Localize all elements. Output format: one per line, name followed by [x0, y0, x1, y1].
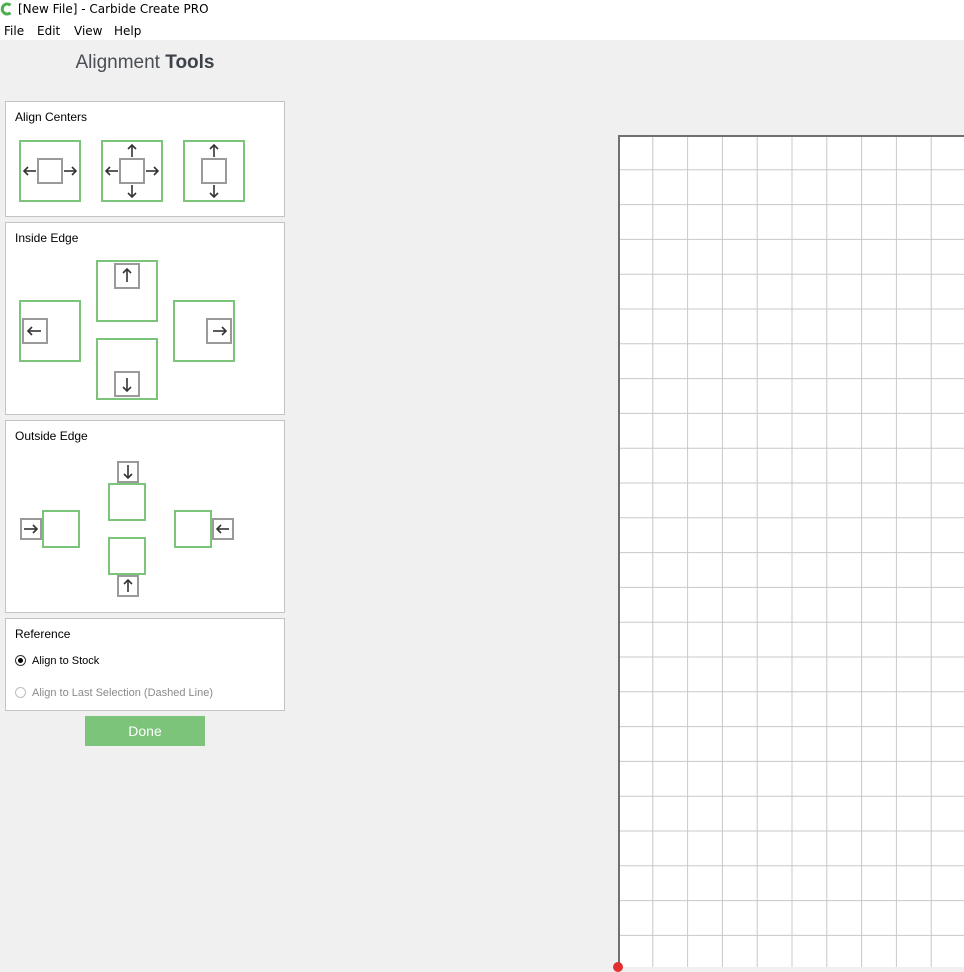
align-centers-title: Align Centers [15, 110, 88, 124]
align-inside-bottom-icon[interactable] [96, 338, 158, 400]
align-inside-left-icon[interactable] [19, 300, 81, 362]
title-bar: [New File] - Carbide Create PRO [0, 0, 964, 20]
align-outside-bottom-icon[interactable] [107, 537, 147, 597]
reference-group: Reference Align to Stock Align to Last S… [5, 618, 285, 711]
radio-label-align-to-stock: Align to Stock [32, 655, 100, 667]
menu-view[interactable]: View [74, 23, 102, 39]
align-inside-top-icon[interactable] [96, 260, 158, 322]
menu-edit[interactable]: Edit [37, 23, 60, 39]
align-outside-left-icon[interactable] [19, 510, 81, 550]
done-button[interactable]: Done [85, 716, 205, 746]
menu-help[interactable]: Help [114, 23, 141, 39]
align-outside-right-icon[interactable] [173, 510, 235, 550]
align-inside-right-icon[interactable] [173, 300, 235, 362]
align-outside-top-icon[interactable] [107, 461, 147, 521]
align-centers-group: Align Centers [5, 101, 285, 217]
radio-label-align-to-last-selection: Align to Last Selection (Dashed Line) [32, 687, 213, 699]
panel-title-light: Alignment [75, 52, 160, 73]
radio-unchecked-icon [15, 687, 26, 698]
menu-file[interactable]: File [4, 23, 24, 39]
outside-edge-group: Outside Edge [5, 420, 285, 613]
origin-marker-icon [613, 962, 623, 972]
panel-title: Alignment Tools [0, 52, 290, 74]
menu-bar: File Edit View Help [0, 20, 964, 40]
carbide-logo-icon [0, 2, 12, 16]
radio-checked-icon[interactable] [15, 655, 26, 666]
window-title: [New File] - Carbide Create PRO [18, 2, 209, 16]
reference-title: Reference [15, 627, 71, 641]
outside-edge-title: Outside Edge [15, 429, 88, 443]
align-center-both-icon[interactable] [101, 140, 163, 202]
inside-edge-group: Inside Edge [5, 222, 285, 415]
align-center-vertical-icon[interactable] [183, 140, 245, 202]
panel-title-bold: Tools [165, 52, 215, 73]
align-center-horizontal-icon[interactable] [19, 140, 81, 202]
inside-edge-title: Inside Edge [15, 231, 79, 245]
design-canvas[interactable] [618, 135, 964, 967]
